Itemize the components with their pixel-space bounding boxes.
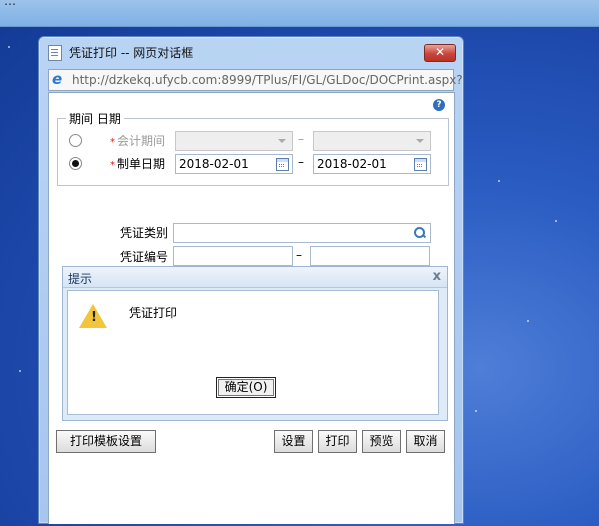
desktop-sparkle (555, 220, 557, 222)
calendar-icon[interactable] (414, 158, 427, 171)
accounting-period-label: * 会计期间 (110, 134, 166, 148)
background-window-title: … (4, 0, 16, 8)
background-window-strip: … (0, 0, 599, 27)
date-to-value: 2018-02-01 (317, 157, 387, 171)
period-date-group: 期间 日期 * 会计期间 – * 制单日期 2018-02-01 – 2018-02… (57, 110, 449, 186)
date-dash: – (298, 155, 304, 169)
window-close-button[interactable]: ✕ (424, 44, 456, 62)
dialog-window: 凭证打印 -- 网页对话框 ✕ e http://dzkekq.ufycb.co… (38, 36, 464, 524)
desktop-sparkle (475, 410, 477, 412)
calendar-icon[interactable] (276, 158, 289, 171)
settings-button[interactable]: 设置 (274, 430, 313, 453)
print-template-settings-button[interactable]: 打印模板设置 (56, 430, 156, 453)
accounting-period-radio[interactable] (69, 134, 82, 147)
page-icon (48, 45, 62, 61)
date-from-value: 2018-02-01 (179, 157, 249, 171)
dialog-content: ? 期间 日期 * 会计期间 – * 制单日期 2018-02-01 – 2018-… (48, 92, 455, 524)
voucher-number-to-input[interactable] (310, 246, 430, 266)
desktop-sparkle (19, 370, 21, 372)
date-from-input[interactable]: 2018-02-01 (175, 154, 293, 174)
period-dash: – (298, 132, 304, 146)
message-title: 提示 (68, 272, 93, 286)
dialog-titlebar[interactable]: 凭证打印 -- 网页对话框 ✕ (39, 37, 463, 65)
url-text: http://dzkekq.ufycb.com:8999/TPlus/FI/GL… (72, 73, 463, 87)
period-date-legend: 期间 日期 (66, 110, 124, 127)
period-from-select[interactable] (175, 131, 293, 151)
ie-icon: e (52, 70, 63, 88)
voucher-number-dash: – (296, 248, 302, 262)
doc-date-label: * 制单日期 (110, 157, 166, 171)
lookup-icon[interactable] (414, 227, 426, 239)
message-titlebar[interactable]: 提示 x (63, 267, 447, 288)
address-bar: e http://dzkekq.ufycb.com:8999/TPlus/FI/… (48, 69, 463, 91)
desktop-sparkle (498, 180, 500, 182)
message-body: ! 凭证打印 确定(O) (67, 290, 439, 415)
preview-button[interactable]: 预览 (362, 430, 401, 453)
ok-button[interactable]: 确定(O) (216, 377, 276, 398)
doc-date-radio[interactable] (69, 157, 82, 170)
desktop-sparkle (8, 46, 10, 48)
message-text: 凭证打印 (129, 306, 178, 320)
voucher-number-from-input[interactable] (173, 246, 293, 266)
desktop-sparkle (527, 320, 529, 322)
voucher-number-label: 凭证编号 (120, 250, 169, 264)
period-to-select[interactable] (313, 131, 431, 151)
cancel-button[interactable]: 取消 (406, 430, 445, 453)
voucher-type-label: 凭证类别 (120, 226, 169, 240)
voucher-type-input[interactable] (173, 223, 431, 243)
date-to-input[interactable]: 2018-02-01 (313, 154, 431, 174)
message-close-icon[interactable]: x (433, 269, 441, 284)
print-button[interactable]: 打印 (318, 430, 357, 453)
help-icon[interactable]: ? (433, 99, 445, 111)
message-dialog: 提示 x ! 凭证打印 确定(O) (62, 266, 448, 421)
dialog-title: 凭证打印 -- 网页对话框 (69, 46, 194, 60)
warning-icon-mark: ! (91, 310, 97, 325)
